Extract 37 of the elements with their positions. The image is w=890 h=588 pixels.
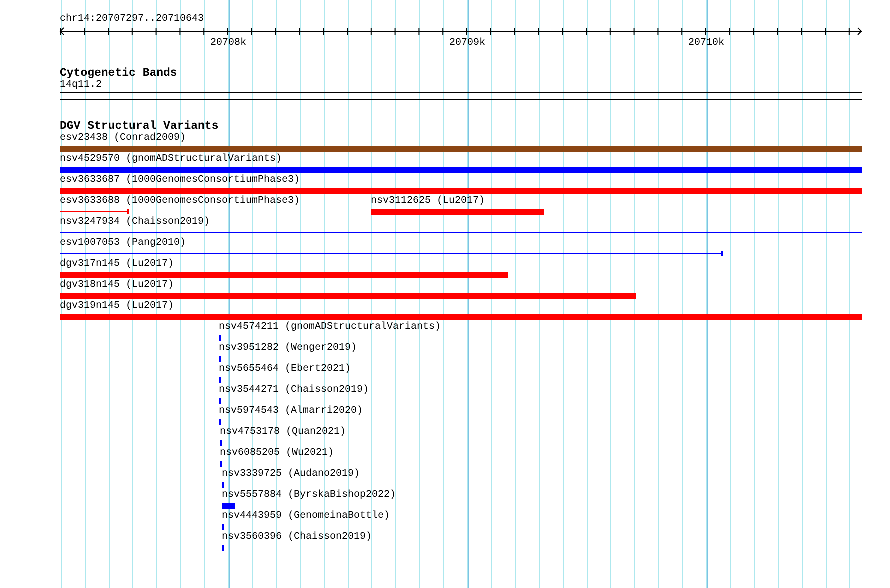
track-title: DGV Structural Variants <box>60 120 219 133</box>
variant-label: nsv3247934 (Chaisson2019) <box>60 217 210 229</box>
track-title: Cytogenetic Bands <box>60 67 178 80</box>
variant-label: nsv6085205 (Wu2021) <box>220 448 334 460</box>
tick-label: 20709k <box>450 38 486 50</box>
variant-label: nsv5557884 (ByrskaBishop2022) <box>222 490 396 502</box>
variant-bar[interactable] <box>60 293 636 299</box>
cytoband-bar[interactable] <box>60 92 862 100</box>
region-label: chr14:20707297..20710643 <box>60 14 204 26</box>
variant-bar[interactable] <box>60 272 508 278</box>
variant-label: dgv317n145 (Lu2017) <box>60 259 174 271</box>
variant-label: esv3633687 (1000GenomesConsortiumPhase3) <box>60 175 300 187</box>
variant-label: nsv3951282 (Wenger2019) <box>219 343 358 355</box>
variant-label: dgv318n145 (Lu2017) <box>60 280 174 292</box>
variant-label: nsv3339725 (Audano2019) <box>222 469 360 481</box>
tick-label: 20710k <box>688 38 724 50</box>
variant-label: nsv5655464 (Ebert2021) <box>219 364 352 376</box>
band-label: 14q11.2 <box>60 80 102 91</box>
variant-label: nsv4443959 (GenomeinaBottle) <box>222 511 390 523</box>
variant-label: nsv5974543 (Almarri2020) <box>219 406 364 418</box>
variant-bar[interactable] <box>371 209 544 215</box>
variant-label: nsv4529570 (gnomADStructuralVariants) <box>60 154 282 166</box>
variant-label: dgv319n145 (Lu2017) <box>60 301 174 313</box>
variant-label: esv1007053 (Pang2010) <box>60 238 186 250</box>
variant-label: nsv4574211 (gnomADStructuralVariants) <box>219 322 442 334</box>
variant-bar[interactable] <box>60 188 862 194</box>
variant-label: nsv3112625 (Lu2017) <box>371 196 486 208</box>
tick-label: 20708k <box>210 38 246 50</box>
variant-label: esv3633688 (1000GenomesConsortiumPhase3) <box>60 196 300 208</box>
variant-bar[interactable] <box>222 503 235 509</box>
variant-label: nsv3560396 (Chaisson2019) <box>222 532 372 544</box>
variant-bar[interactable] <box>60 167 862 173</box>
variant-label: nsv3544271 (Chaisson2019) <box>219 385 370 397</box>
variant-bar[interactable] <box>60 314 862 320</box>
variant-label: nsv4753178 (Quan2021) <box>220 427 346 439</box>
variant-label: esv23438 (Conrad2009) <box>60 133 186 145</box>
variant-bar[interactable] <box>60 146 862 152</box>
